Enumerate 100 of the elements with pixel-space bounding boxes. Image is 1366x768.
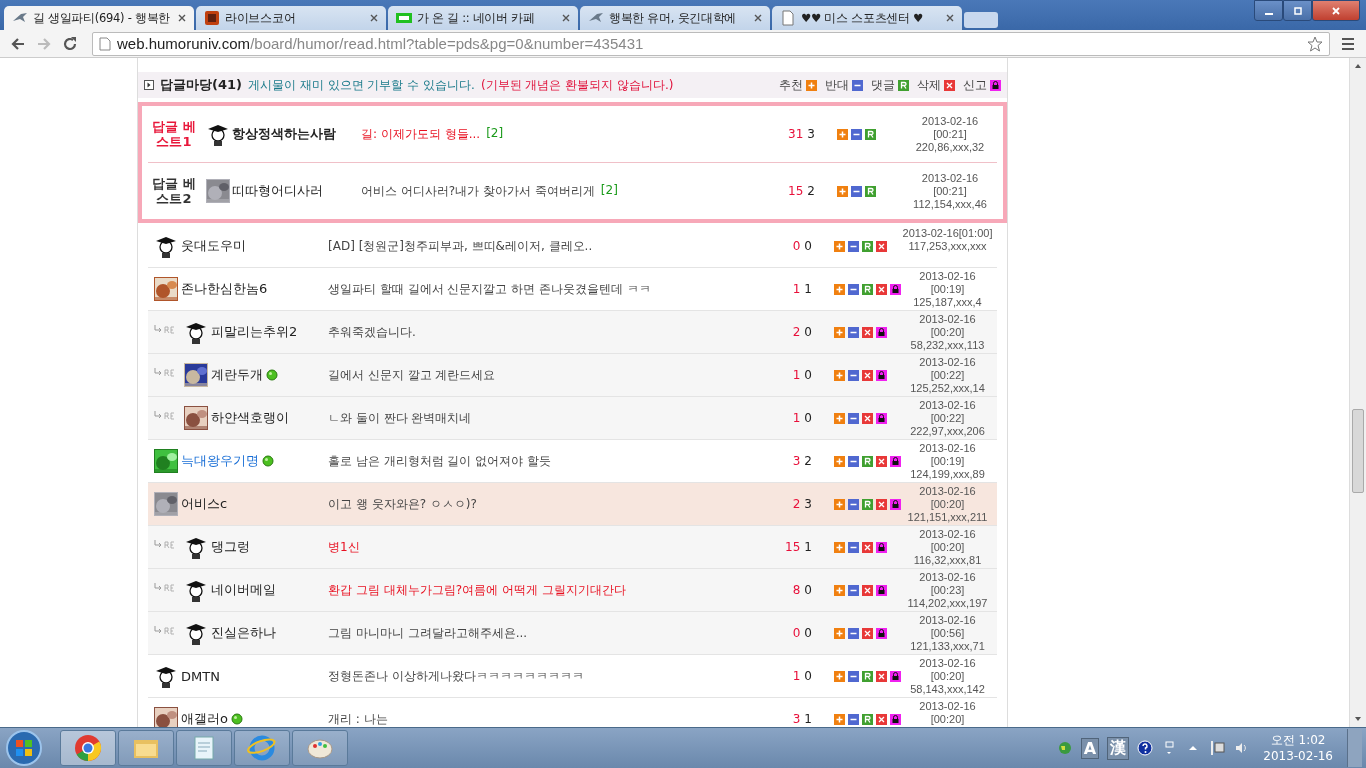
plus-icon[interactable] [834,541,845,553]
reload-icon[interactable] [62,35,78,52]
menu-icon[interactable] [1340,35,1356,52]
taskbar-app[interactable] [118,730,174,766]
plus-icon[interactable] [837,128,848,140]
network-icon[interactable] [1209,740,1226,756]
reply-title[interactable]: 추워죽겠습니다. [328,323,778,341]
lock-icon[interactable] [890,713,901,725]
minus-icon[interactable] [848,541,859,553]
browser-tab[interactable]: 가 온 길 :: 네이버 카페 [388,6,578,30]
close-button[interactable] [1312,0,1360,21]
delete-icon[interactable] [876,283,887,295]
lock-icon[interactable] [876,627,887,639]
delete-icon[interactable] [862,369,873,381]
nickname[interactable]: 늑대왕우기명 [181,452,259,470]
close-icon[interactable] [946,14,954,22]
plus-icon[interactable] [834,498,845,510]
browser-tab[interactable]: ♥♥ 미스 스포츠센터 ♥ [772,6,962,30]
close-icon[interactable] [754,14,762,22]
close-icon[interactable] [370,14,378,22]
minus-icon[interactable] [848,369,859,381]
nickname[interactable]: 진실은하나 [211,624,276,642]
minus-icon[interactable] [848,412,859,424]
back-icon[interactable] [10,35,26,52]
lock-icon[interactable] [876,541,887,553]
minus-icon[interactable] [848,240,859,252]
delete-icon[interactable] [862,541,873,553]
minus-icon[interactable] [852,79,863,91]
taskbar-app[interactable] [292,730,348,766]
lock-icon[interactable] [876,369,887,381]
plus-icon[interactable] [834,283,845,295]
minus-icon[interactable] [848,713,859,725]
globe-icon[interactable] [1056,740,1073,756]
minimize-button[interactable] [1254,0,1283,21]
expand-icon[interactable] [144,80,154,90]
plus-icon[interactable] [834,713,845,725]
lock-icon[interactable] [890,498,901,510]
reply-icon[interactable] [865,128,876,140]
reply-icon[interactable] [898,79,909,91]
plus-icon[interactable] [834,412,845,424]
lock-icon[interactable] [876,412,887,424]
delete-icon[interactable] [876,455,887,467]
nickname[interactable]: 댕그렁 [211,538,250,556]
reply-title[interactable]: 그림 마니마니 그려달라고해주세욘... [328,624,778,642]
reply-title[interactable]: 병1신 [328,538,778,556]
reply-icon[interactable] [862,670,873,682]
lock-icon[interactable] [876,584,887,596]
minus-icon[interactable] [848,498,859,510]
reply-title[interactable]: 생일파티 할때 길에서 신문지깔고 하면 존나웃겼을텐데 ㅋㅋ [328,280,778,298]
delete-icon[interactable] [876,240,887,252]
address-bar[interactable]: web.humoruniv.com/board/humor/read.html?table=pds&pg=0&number=435431 [92,31,1330,56]
scrollbar-thumb[interactable] [1352,409,1364,493]
delete-icon[interactable] [944,79,955,91]
reply-title[interactable]: 홀로 남은 개리형처럼 길이 없어져야 할듯 [328,452,778,470]
delete-icon[interactable] [876,498,887,510]
star-icon[interactable] [1307,35,1323,52]
minus-icon[interactable] [848,584,859,596]
nickname[interactable]: 피말리는추위2 [211,323,298,341]
lock-icon[interactable] [890,283,901,295]
delete-icon[interactable] [862,412,873,424]
reply-title[interactable]: 이고 왱 웃자와욘? ㅇㅅㅇ)? [328,495,778,513]
help-icon[interactable] [1137,740,1154,756]
plus-icon[interactable] [834,240,845,252]
plus-icon[interactable] [834,584,845,596]
nickname[interactable]: 어비스c [181,495,228,513]
plus-icon[interactable] [806,79,817,91]
close-icon[interactable] [562,14,570,22]
start-button[interactable] [4,728,44,768]
maximize-button[interactable] [1283,0,1312,21]
minus-icon[interactable] [848,627,859,639]
nickname[interactable]: 계란두개 [211,366,263,384]
minus-icon[interactable] [848,670,859,682]
reply-icon[interactable] [862,455,873,467]
reply-title[interactable]: 개리 : 나는 [328,710,778,727]
nickname[interactable]: 웃대도우미 [181,237,246,255]
plus-icon[interactable] [834,369,845,381]
nickname[interactable]: 띠따형어디사러 [232,182,323,200]
lock-icon[interactable] [876,326,887,338]
lock-icon[interactable] [890,455,901,467]
reply-icon[interactable] [862,240,873,252]
lock-icon[interactable] [990,79,1001,91]
delete-icon[interactable] [862,326,873,338]
nickname[interactable]: 하얀색호랭이 [211,409,289,427]
browser-tab[interactable]: 길 생일파티(694) - 행복한 [4,6,194,30]
minus-icon[interactable] [848,283,859,295]
scrollbar[interactable] [1349,58,1366,727]
minus-icon[interactable] [851,185,862,197]
taskbar-app[interactable] [234,730,290,766]
reply-icon[interactable] [862,713,873,725]
plus-icon[interactable] [834,670,845,682]
reply-title[interactable]: [AD] [청원군]청주피부과, 쁘띠&레이저, 클레오.. [328,237,778,255]
close-icon[interactable] [178,14,186,22]
browser-tab[interactable]: 행복한 유머, 웃긴대학에 [580,6,770,30]
plus-icon[interactable] [837,185,848,197]
plus-icon[interactable] [834,627,845,639]
nickname[interactable]: 애갤러o [181,710,228,727]
nickname[interactable]: 항상정색하는사람 [232,125,336,143]
minus-icon[interactable] [851,128,862,140]
plus-icon[interactable] [834,326,845,338]
reply-title[interactable]: 길에서 신문지 깔고 계란드세요 [328,366,778,384]
